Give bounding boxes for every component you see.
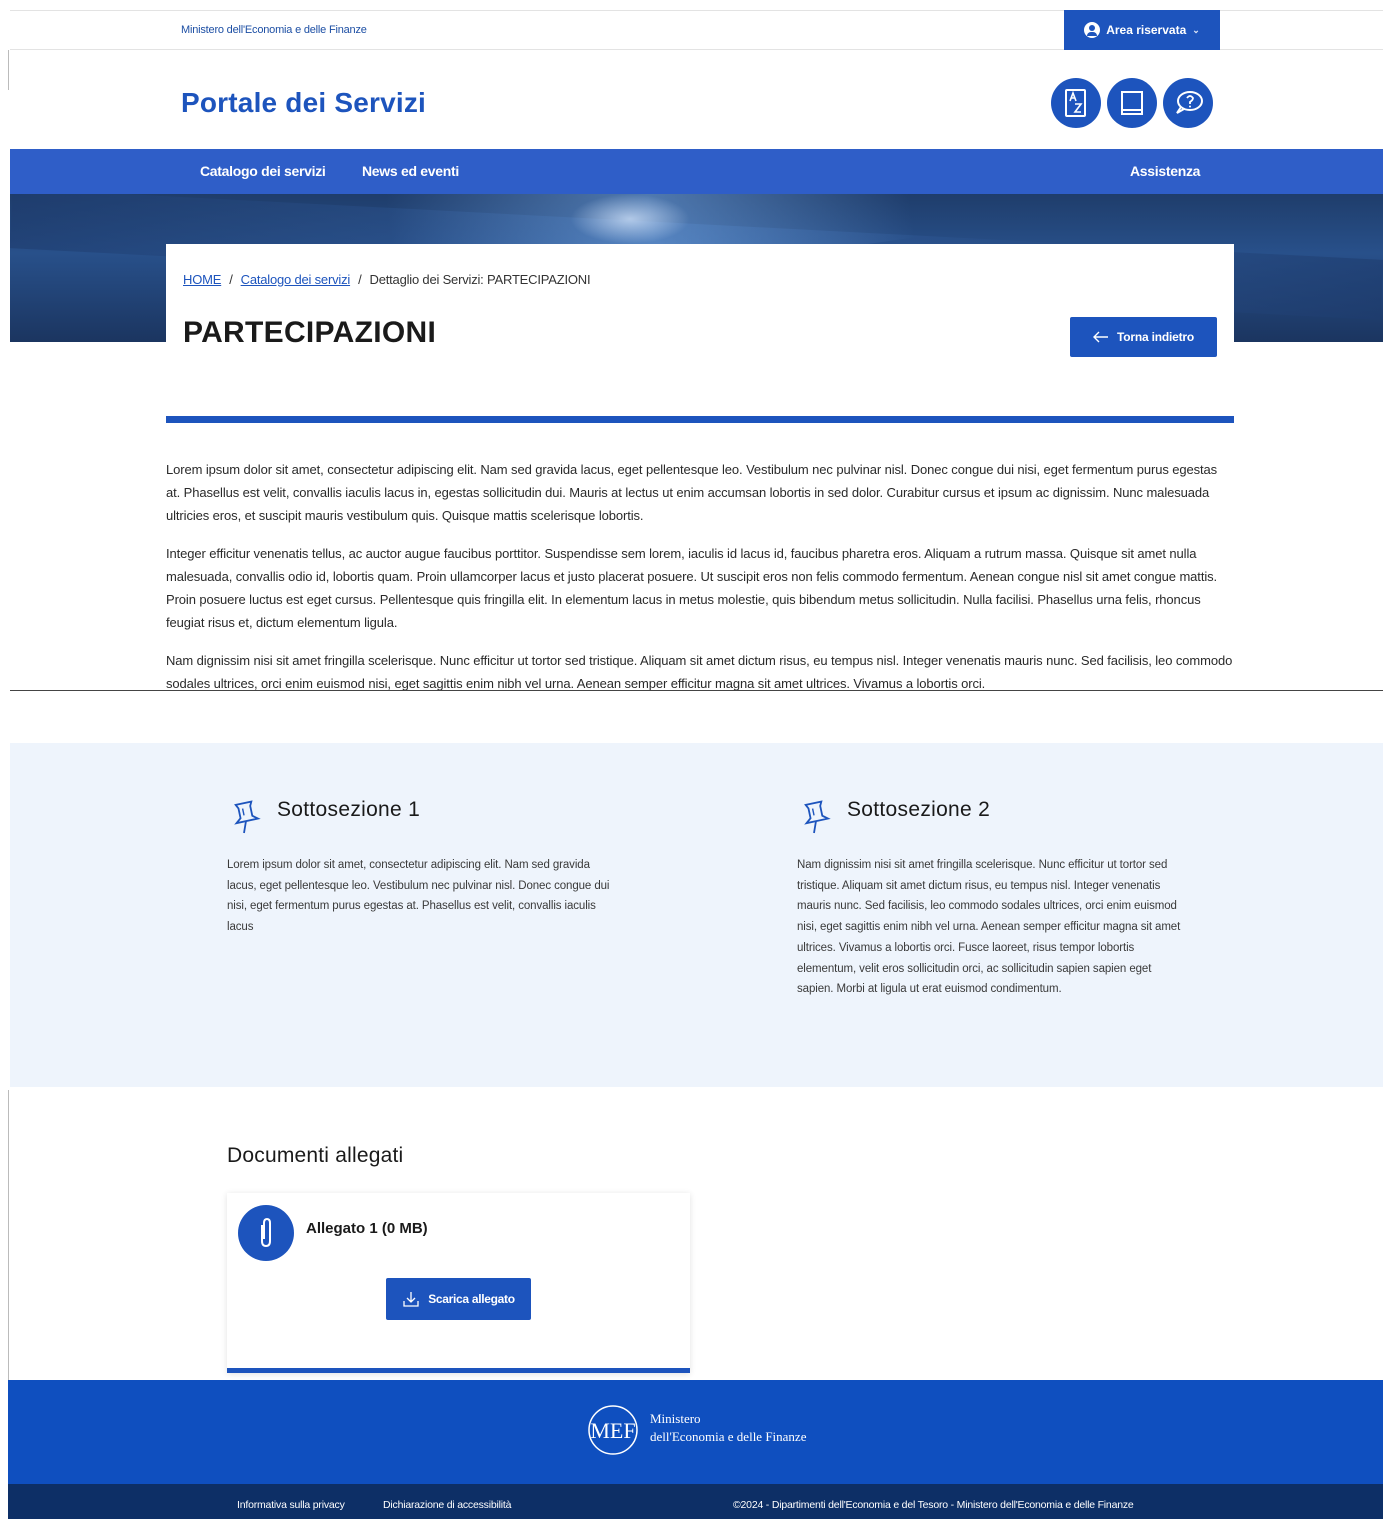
paragraph: Lorem ipsum dolor sit amet, consectetur … (166, 462, 1218, 523)
help-chat-icon (1176, 91, 1203, 114)
nav-news[interactable]: News ed eventi (362, 163, 459, 179)
page-title: PARTECIPAZIONI (183, 316, 437, 349)
download-button[interactable]: Scarica allegato (386, 1278, 531, 1320)
footer-ministry-line2: dell'Economia e delle Finanze (650, 1429, 807, 1444)
copyright-text: ©2024 - Dipartimenti dell'Economia e del… (733, 1499, 1134, 1511)
content-header-card: HOME / Catalogo dei servizi / Dettaglio … (166, 244, 1234, 414)
mef-logo[interactable]: MEF (583, 1404, 643, 1456)
area-riservata-label: Area riservata (1106, 23, 1187, 37)
subsection-title: Sottosezione 1 (277, 798, 421, 821)
subsections-band: Sottosezione 1 Lorem ipsum dolor sit ame… (10, 743, 1383, 1087)
chevron-down-icon: ⌄ (1192, 24, 1200, 35)
breadcrumb-current: Dettaglio dei Servizi: PARTECIPAZIONI (369, 272, 591, 287)
back-button-label: Torna indietro (1117, 330, 1194, 344)
top-bar: Ministero dell'Economia e delle Finanze … (10, 10, 1383, 50)
screenshot-cut-line (10, 690, 1383, 691)
back-button[interactable]: Torna indietro (1070, 317, 1217, 357)
privacy-link[interactable]: Informativa sulla privacy (237, 1499, 345, 1511)
attachment-badge (238, 1205, 294, 1261)
screenshot-gap (0, 691, 1383, 743)
main-nav: Catalogo dei servizi News ed eventi Assi… (10, 149, 1383, 194)
subsection-text: Nam dignissim nisi sit amet fringilla sc… (797, 859, 1181, 996)
nav-catalogo[interactable]: Catalogo dei servizi (200, 163, 326, 179)
subsection-title: Sottosezione 2 (847, 798, 991, 821)
book-button[interactable] (1107, 78, 1157, 128)
mef-logo-text: MEF (590, 1418, 635, 1443)
user-icon (1084, 22, 1101, 38)
attachment-name: Allegato 1 (0 MB) (306, 1220, 428, 1237)
breadcrumb-home[interactable]: HOME (183, 272, 221, 287)
portal-title[interactable]: Portale dei Servizi (181, 87, 426, 119)
footer-main: MEF Ministero dell'Economia e delle Fina… (8, 1380, 1383, 1484)
area-riservata-button[interactable]: Area riservata ⌄ (1064, 10, 1220, 50)
arrow-left-icon (1093, 331, 1108, 343)
accessibility-link[interactable]: Dichiarazione di accessibilità (383, 1499, 511, 1511)
breadcrumb-catalog[interactable]: Catalogo dei servizi (241, 272, 351, 287)
download-label: Scarica allegato (428, 1292, 515, 1306)
paragraph: Nam dignissim nisi sit amet fringilla sc… (166, 653, 1233, 690)
ministry-link[interactable]: Ministero dell'Economia e delle Finanze (181, 24, 367, 36)
title-divider (166, 416, 1234, 423)
footer-ministry-line1: Ministero (650, 1411, 701, 1426)
book-icon (1121, 91, 1143, 115)
subsection-text: Lorem ipsum dolor sit amet, consectetur … (227, 859, 610, 934)
site-header: Portale dei Servizi (10, 50, 1383, 149)
az-dictionary-icon (1065, 89, 1086, 117)
pin-icon (234, 800, 261, 834)
nav-assistenza[interactable]: Assistenza (1130, 163, 1200, 179)
breadcrumb: HOME / Catalogo dei servizi / Dettaglio … (183, 272, 591, 287)
footer-bottom: Informativa sulla privacy Dichiarazione … (8, 1484, 1383, 1519)
paragraph: Integer efficitur venenatis tellus, ac a… (166, 546, 1218, 630)
az-dictionary-button[interactable] (1051, 78, 1101, 128)
breadcrumb-separator: / (358, 272, 362, 287)
attachment-card: Allegato 1 (0 MB) Scarica allegato (227, 1193, 690, 1373)
documents-title: Documenti allegati (227, 1144, 404, 1167)
breadcrumb-separator: / (229, 272, 233, 287)
help-button[interactable] (1163, 78, 1213, 128)
download-icon (403, 1292, 419, 1307)
paperclip-icon (261, 1217, 271, 1248)
attachment-card-accent (227, 1368, 690, 1373)
pin-icon (804, 800, 831, 834)
